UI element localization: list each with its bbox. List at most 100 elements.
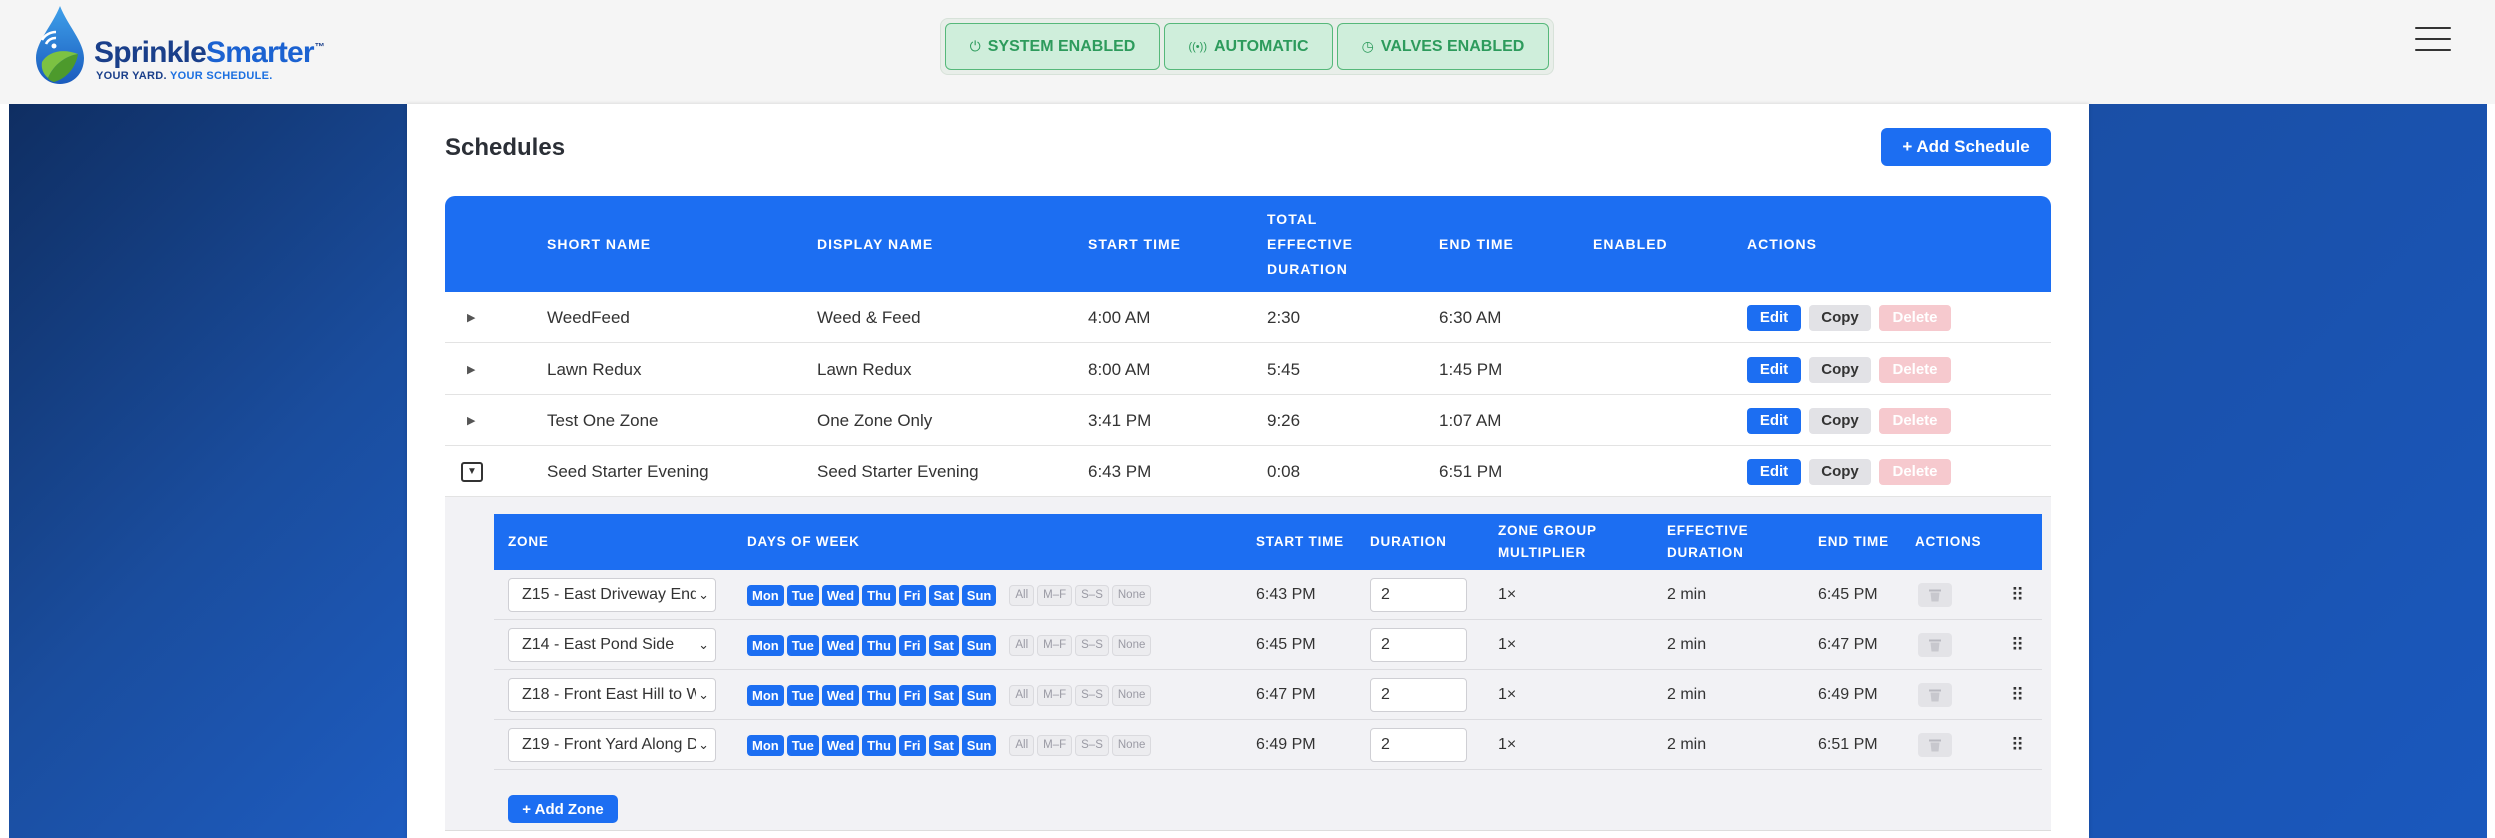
quick-all-button[interactable]: All	[1009, 684, 1035, 706]
expand-row-caret-icon[interactable]: ▶	[467, 292, 475, 343]
copy-button[interactable]: Copy	[1809, 458, 1871, 485]
add-zone-button[interactable]: + Add Zone	[508, 795, 618, 823]
zone-row[interactable]: Z14 - East Pond Side ⌄ Mon Tue Wed Thu Fri Sat…	[494, 620, 2042, 670]
schedule-short-name: WeedFeed	[547, 307, 630, 327]
zone-select[interactable]: Z19 - Front Yard Along Drive⌄	[508, 728, 716, 762]
schedule-row[interactable]: ▶ Lawn Redux Lawn Redux 8:00 AM 5:45 1:4…	[445, 344, 2051, 395]
delete-button[interactable]: Delete	[1879, 458, 1951, 485]
quick-weekend-button[interactable]: S–S	[1075, 684, 1109, 706]
day-toggle-sat[interactable]: Sat	[928, 584, 959, 606]
quick-weekdays-button[interactable]: M–F	[1037, 584, 1073, 606]
trash-icon[interactable]	[1918, 683, 1952, 707]
day-toggle-wed[interactable]: Wed	[821, 684, 860, 706]
trash-icon[interactable]	[1918, 733, 1952, 757]
quick-none-button[interactable]: None	[1111, 734, 1152, 756]
quick-none-button[interactable]: None	[1111, 584, 1152, 606]
day-toggle-sat[interactable]: Sat	[928, 734, 959, 756]
zone-select[interactable]: Z14 - East Pond Side ⌄	[508, 628, 716, 662]
duration-input[interactable]: 2	[1370, 578, 1467, 612]
edit-button[interactable]: Edit	[1747, 407, 1801, 434]
quick-all-button[interactable]: All	[1009, 584, 1035, 606]
duration-input[interactable]: 2	[1370, 628, 1467, 662]
day-toggle-wed[interactable]: Wed	[821, 734, 860, 756]
schedule-row-expanded[interactable]: ▼ Seed Starter Evening Seed Starter Even…	[445, 446, 2051, 497]
brand-logo[interactable]: SprinkleSmarter™ YOUR YARD. YOUR SCHEDUL…	[32, 4, 332, 88]
automatic-mode-status[interactable]: ((•)) AUTOMATIC	[1164, 23, 1333, 70]
zone-row[interactable]: Z18 - Front East Hill to Walk⌄ MonTueWed…	[494, 670, 2042, 720]
edit-button[interactable]: Edit	[1747, 304, 1801, 331]
day-toggle-tue[interactable]: Tue	[786, 734, 819, 756]
day-toggle-fri[interactable]: Fri	[898, 734, 926, 756]
day-toggle-wed[interactable]: Wed	[821, 634, 860, 656]
quick-weekdays-button[interactable]: M–F	[1037, 734, 1073, 756]
day-toggle-fri[interactable]: Fri	[898, 584, 926, 606]
col-start-time[interactable]: START TIME	[1088, 196, 1181, 292]
schedule-row[interactable]: ▶ Test One Zone One Zone Only 3:41 PM 9:…	[445, 395, 2051, 446]
day-toggle-sat[interactable]: Sat	[928, 684, 959, 706]
day-toggle-fri[interactable]: Fri	[898, 634, 926, 656]
zone-select[interactable]: Z18 - Front East Hill to Walk⌄	[508, 678, 716, 712]
copy-button[interactable]: Copy	[1809, 407, 1871, 434]
day-toggle-mon[interactable]: Mon	[747, 584, 784, 606]
edit-button[interactable]: Edit	[1747, 458, 1801, 485]
zone-row[interactable]: Z19 - Front Yard Along Drive⌄ MonTueWedT…	[494, 720, 2042, 770]
quick-all-button[interactable]: All	[1009, 734, 1035, 756]
day-toggle-wed[interactable]: Wed	[821, 584, 860, 606]
drag-handle-icon[interactable]: ⠿	[2011, 635, 2024, 656]
day-toggle-sat[interactable]: Sat	[928, 634, 959, 656]
delete-button[interactable]: Delete	[1879, 304, 1951, 331]
add-schedule-button[interactable]: + Add Schedule	[1881, 128, 2051, 166]
quick-weekdays-button[interactable]: M–F	[1037, 684, 1073, 706]
day-toggle-thu[interactable]: Thu	[862, 734, 896, 756]
quick-none-button[interactable]: None	[1111, 684, 1152, 706]
zone-end-time: 6:47 PM	[1818, 636, 1878, 653]
col-display-name[interactable]: DISPLAY NAME	[817, 196, 933, 292]
day-toggle-mon[interactable]: Mon	[747, 634, 784, 656]
edit-button[interactable]: Edit	[1747, 356, 1801, 383]
day-toggle-mon[interactable]: Mon	[747, 684, 784, 706]
delete-button[interactable]: Delete	[1879, 407, 1951, 434]
quick-all-button[interactable]: All	[1009, 634, 1035, 656]
menu-hamburger-icon[interactable]	[2415, 27, 2451, 51]
duration-input[interactable]: 2	[1370, 728, 1467, 762]
quick-weekend-button[interactable]: S–S	[1075, 584, 1109, 606]
zone-select[interactable]: Z15 - East Driveway End ⌄	[508, 578, 716, 612]
schedule-display-name: Seed Starter Evening	[817, 461, 979, 481]
trash-icon[interactable]	[1918, 583, 1952, 607]
day-toggle-fri[interactable]: Fri	[898, 684, 926, 706]
valves-enabled-status[interactable]: ◷ VALVES ENABLED	[1337, 23, 1549, 70]
day-toggle-tue[interactable]: Tue	[786, 634, 819, 656]
collapse-row-caret-icon[interactable]: ▼	[461, 446, 483, 497]
day-toggle-tue[interactable]: Tue	[786, 584, 819, 606]
day-toggle-sun[interactable]: Sun	[961, 634, 997, 656]
col-end-time[interactable]: END TIME	[1439, 196, 1514, 292]
copy-button[interactable]: Copy	[1809, 356, 1871, 383]
day-toggle-sun[interactable]: Sun	[961, 684, 997, 706]
expand-row-caret-icon[interactable]: ▶	[467, 344, 475, 395]
drag-handle-icon[interactable]: ⠿	[2011, 585, 2024, 606]
drag-handle-icon[interactable]: ⠿	[2011, 735, 2024, 756]
day-toggle-sun[interactable]: Sun	[961, 584, 997, 606]
system-enabled-status[interactable]: ⏻ SYSTEM ENABLED	[945, 23, 1160, 70]
day-toggle-thu[interactable]: Thu	[862, 584, 896, 606]
expand-row-caret-icon[interactable]: ▶	[467, 395, 475, 446]
copy-button[interactable]: Copy	[1809, 304, 1871, 331]
quick-none-button[interactable]: None	[1111, 634, 1152, 656]
col-enabled[interactable]: ENABLED	[1593, 196, 1668, 292]
day-toggle-tue[interactable]: Tue	[786, 684, 819, 706]
quick-weekend-button[interactable]: S–S	[1075, 734, 1109, 756]
trash-icon[interactable]	[1918, 633, 1952, 657]
day-toggle-sun[interactable]: Sun	[961, 734, 997, 756]
day-toggle-thu[interactable]: Thu	[862, 684, 896, 706]
delete-button[interactable]: Delete	[1879, 356, 1951, 383]
drag-handle-icon[interactable]: ⠿	[2011, 685, 2024, 706]
duration-input[interactable]: 2	[1370, 678, 1467, 712]
quick-weekend-button[interactable]: S–S	[1075, 634, 1109, 656]
day-toggle-mon[interactable]: Mon	[747, 734, 784, 756]
col-total-effective-duration[interactable]: TOTAL EFFECTIVE DURATION	[1267, 196, 1377, 292]
quick-weekdays-button[interactable]: M–F	[1037, 634, 1073, 656]
day-toggle-thu[interactable]: Thu	[862, 634, 896, 656]
schedule-row[interactable]: ▶ WeedFeed Weed & Feed 4:00 AM 2:30 6:30…	[445, 292, 2051, 343]
col-short-name[interactable]: SHORT NAME	[547, 196, 651, 292]
zone-row[interactable]: Z15 - East Driveway End ⌄ Mon Tue Wed Thu Fri…	[494, 570, 2042, 620]
